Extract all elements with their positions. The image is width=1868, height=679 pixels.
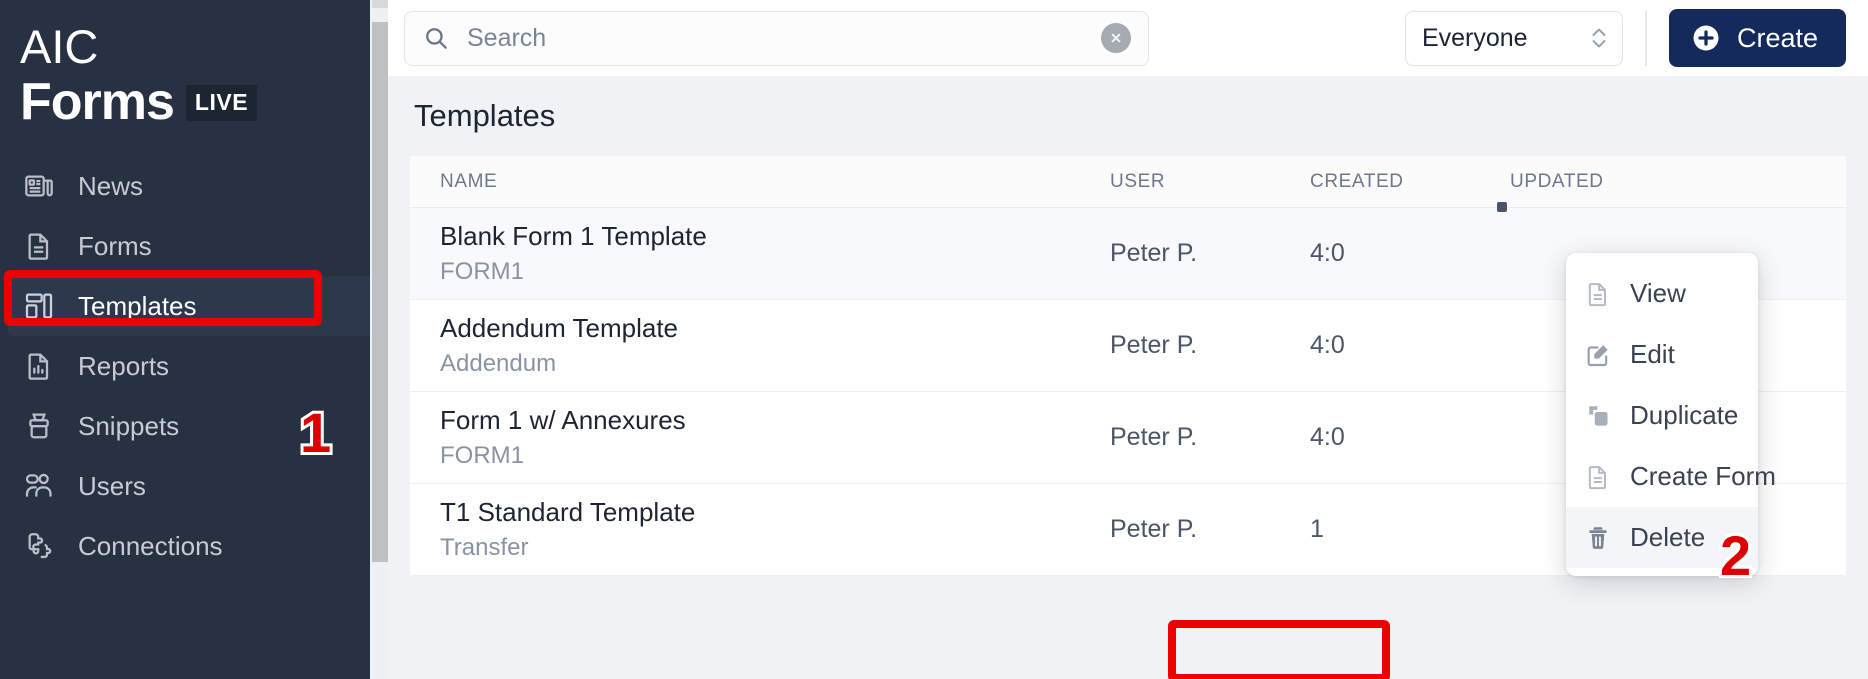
scrollbar-cap	[372, 0, 388, 8]
trash-icon	[1584, 524, 1612, 552]
clear-search-icon[interactable]	[1101, 23, 1131, 53]
document-view-icon	[1584, 280, 1612, 308]
sidebar-item-connections[interactable]: Connections	[0, 516, 388, 576]
sidebar-item-label: Connections	[78, 530, 223, 561]
row-created: 4:0	[1310, 423, 1345, 451]
sidebar-scrollbar-thumb[interactable]	[372, 22, 388, 562]
row-created: 1	[1310, 515, 1324, 543]
menu-item-label: Create Form	[1630, 461, 1776, 491]
row-name-cell: Form 1 w/ Annexures FORM1	[410, 405, 1110, 470]
sidebar-item-label: Users	[78, 470, 146, 501]
row-actions-kebab-icon[interactable]	[1497, 202, 1507, 212]
row-user: Peter P.	[1110, 239, 1198, 267]
sidebar: AIC Forms LIVE News Forms Templates Repo…	[0, 0, 388, 679]
document-icon	[22, 229, 56, 263]
chevron-updown-icon	[1590, 23, 1608, 53]
report-icon	[22, 349, 56, 383]
row-user: Peter P.	[1110, 331, 1198, 359]
sidebar-item-templates[interactable]: Templates	[8, 276, 374, 336]
create-button[interactable]: Create	[1668, 9, 1846, 67]
search-icon	[423, 25, 449, 51]
row-subtitle: FORM1	[440, 442, 524, 469]
sidebar-item-snippets[interactable]: Snippets	[0, 396, 388, 456]
column-header-created[interactable]: CREATED	[1310, 171, 1510, 193]
row-user: Peter P.	[1110, 423, 1198, 451]
row-name-cell: Blank Form 1 Template FORM1	[410, 221, 1110, 286]
menu-item-label: Edit	[1630, 339, 1675, 369]
column-header-name[interactable]: NAME	[410, 171, 1110, 193]
document-plus-icon	[1584, 463, 1612, 491]
sidebar-item-forms[interactable]: Forms	[0, 216, 388, 276]
row-title: T1 Standard Template	[440, 497, 696, 527]
row-title: Blank Form 1 Template	[440, 221, 707, 251]
sidebar-item-label: Reports	[78, 350, 170, 381]
top-toolbar: Everyone Create	[388, 0, 1868, 76]
page-title: Templates	[414, 98, 556, 133]
users-icon	[22, 469, 56, 503]
sidebar-item-label: Forms	[78, 230, 152, 261]
brand-line-2: Forms	[20, 73, 175, 131]
sidebar-scrollbar-track[interactable]	[370, 0, 388, 679]
audience-select-value: Everyone	[1421, 23, 1528, 52]
column-header-updated[interactable]: UPDATED	[1510, 171, 1846, 193]
plus-circle-icon	[1691, 23, 1721, 53]
row-subtitle: Transfer	[440, 534, 529, 561]
main-content: Everyone Create	[388, 0, 1868, 679]
menu-item-label: Duplicate	[1630, 400, 1739, 430]
row-subtitle: FORM1	[440, 258, 524, 285]
row-title: Form 1 w/ Annexures	[440, 405, 686, 435]
app-root: AIC Forms LIVE News Forms Templates Repo…	[0, 0, 1868, 679]
sidebar-item-label: News	[78, 170, 144, 201]
connections-icon	[22, 529, 56, 563]
pencil-square-icon	[1584, 341, 1612, 369]
row-subtitle: Addendum	[440, 350, 557, 377]
toolbar-divider	[1644, 10, 1647, 66]
column-header-user[interactable]: USER	[1110, 171, 1310, 193]
menu-item-label: Delete	[1630, 522, 1706, 552]
menu-item-create-form[interactable]: Create Form	[1566, 446, 1776, 507]
search-container[interactable]	[404, 10, 1149, 66]
row-title: Addendum Template	[440, 313, 679, 343]
menu-item-delete[interactable]: Delete	[1566, 507, 1758, 568]
row-user: Peter P.	[1110, 515, 1198, 543]
menu-item-label: View	[1630, 278, 1686, 308]
sidebar-nav: News Forms Templates Reports Snippets Us…	[0, 156, 388, 576]
row-context-menu: View Edit Duplicate Create Form Delete	[1566, 253, 1776, 576]
brand-logo: AIC Forms LIVE	[0, 22, 388, 130]
sidebar-item-label: Snippets	[78, 410, 180, 441]
brand-live-badge: LIVE	[185, 85, 258, 121]
news-icon	[22, 169, 56, 203]
sidebar-item-reports[interactable]: Reports	[0, 336, 388, 396]
row-created: 4:0	[1310, 331, 1345, 359]
menu-item-duplicate[interactable]: Duplicate	[1566, 385, 1758, 446]
row-name-cell: Addendum Template Addendum	[410, 313, 1110, 378]
audience-select[interactable]: Everyone	[1404, 10, 1623, 66]
layout-icon	[22, 289, 56, 323]
sidebar-item-label: Templates	[78, 290, 197, 321]
menu-item-edit[interactable]: Edit	[1566, 324, 1758, 385]
menu-item-view[interactable]: View	[1566, 263, 1758, 324]
create-button-label: Create	[1736, 22, 1818, 53]
row-created: 4:0	[1310, 239, 1345, 267]
row-name-cell: T1 Standard Template Transfer	[410, 497, 1110, 562]
snippet-icon	[22, 409, 56, 443]
copy-icon	[1584, 402, 1612, 430]
sidebar-item-users[interactable]: Users	[0, 456, 388, 516]
sidebar-item-news[interactable]: News	[0, 156, 388, 216]
search-input[interactable]	[467, 23, 1130, 53]
table-header-row: NAME USER CREATED UPDATED	[410, 156, 1846, 208]
brand-line-1: AIC	[20, 20, 99, 73]
